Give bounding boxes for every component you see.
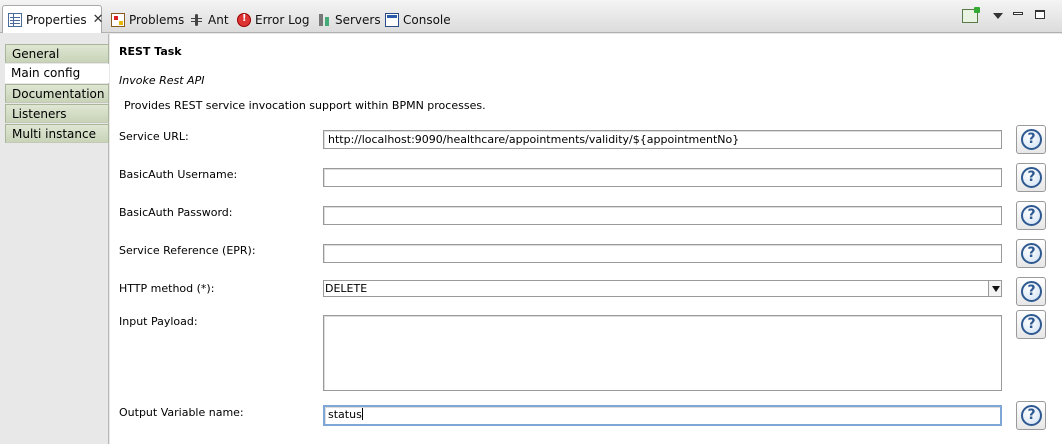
help-icon: ?: [1021, 167, 1042, 188]
tab-servers[interactable]: Servers: [317, 6, 381, 33]
output-variable-label: Output Variable name:: [119, 406, 244, 419]
tab-label: Ant: [208, 12, 229, 27]
help-icon: ?: [1021, 281, 1042, 302]
servers-icon: [317, 13, 331, 27]
sidebar-item-general[interactable]: General: [5, 44, 109, 63]
service-reference-help-button[interactable]: ?: [1016, 239, 1046, 268]
tab-error-log[interactable]: Error Log: [237, 6, 310, 33]
section-subtitle: Invoke Rest API: [119, 74, 205, 87]
input-payload-label: Input Payload:: [119, 315, 198, 328]
close-icon[interactable]: ✕: [93, 12, 104, 27]
error-log-icon: [237, 12, 251, 27]
service-reference-input[interactable]: [323, 244, 1002, 263]
properties-icon: [8, 12, 22, 27]
maximize-button[interactable]: [1035, 10, 1045, 19]
view-menu-icon: [993, 13, 1003, 19]
help-icon: ?: [1021, 243, 1042, 264]
properties-sidebar: General Main config Documentation Listen…: [2, 34, 109, 444]
service-url-help-button[interactable]: ?: [1016, 125, 1046, 154]
service-reference-label: Service Reference (EPR):: [119, 244, 256, 257]
basic-auth-password-label: BasicAuth Password:: [119, 206, 233, 219]
sidebar-item-listeners[interactable]: Listeners: [5, 104, 109, 123]
basic-auth-password-input[interactable]: [323, 206, 1002, 225]
http-method-help-button[interactable]: ?: [1016, 277, 1046, 306]
basic-auth-username-input[interactable]: [323, 168, 1002, 187]
http-method-label: HTTP method (*):: [119, 282, 215, 295]
service-url-input[interactable]: http://localhost:9090/healthcare/appoint…: [323, 130, 1002, 149]
help-icon: ?: [1021, 405, 1042, 426]
tab-console[interactable]: Console: [385, 6, 451, 33]
tab-label: Servers: [335, 12, 381, 27]
sidebar-item-main-config[interactable]: Main config: [5, 64, 109, 83]
main-config-panel: REST Task Invoke Rest API Provides REST …: [110, 34, 1062, 444]
input-payload-help-button[interactable]: ?: [1016, 310, 1046, 339]
maximize-icon: [1035, 10, 1045, 19]
sidebar-item-multi-instance[interactable]: Multi instance: [5, 124, 109, 143]
basic-auth-username-help-button[interactable]: ?: [1016, 163, 1046, 192]
http-method-select[interactable]: DELETE: [323, 280, 1002, 297]
service-url-label: Service URL:: [119, 130, 189, 143]
basic-auth-password-help-button[interactable]: ?: [1016, 201, 1046, 230]
input-payload-textarea[interactable]: [323, 315, 1002, 391]
view-menu-button[interactable]: [993, 13, 1003, 19]
console-icon: [385, 12, 399, 27]
sidebar-item-documentation[interactable]: Documentation: [5, 84, 109, 103]
help-icon: ?: [1021, 314, 1042, 335]
basic-auth-username-label: BasicAuth Username:: [119, 168, 238, 181]
help-icon: ?: [1021, 205, 1042, 226]
ant-icon: [190, 13, 204, 27]
pin-view-button[interactable]: [962, 7, 980, 23]
minimize-icon: [1013, 12, 1023, 15]
output-variable-input[interactable]: status: [323, 405, 1002, 426]
view-tab-bar: Properties ✕ Problems Ant Error Log Serv…: [0, 0, 1062, 33]
tab-properties[interactable]: Properties ✕: [2, 5, 104, 33]
section-title: REST Task: [119, 45, 182, 58]
help-icon: ?: [1021, 129, 1042, 150]
text-caret: [361, 408, 363, 420]
tab-problems[interactable]: Problems: [111, 6, 184, 33]
http-method-value: DELETE: [325, 282, 368, 295]
tab-label: Properties: [26, 12, 87, 27]
tab-label: Error Log: [255, 12, 310, 27]
problems-icon: [111, 12, 125, 27]
tab-label: Problems: [129, 12, 185, 27]
tab-label: Console: [403, 12, 451, 27]
section-description: Provides REST service invocation support…: [124, 99, 486, 112]
tab-ant[interactable]: Ant: [190, 6, 229, 33]
pin-icon: [962, 7, 980, 23]
dropdown-arrow-icon[interactable]: [988, 281, 1001, 296]
output-variable-help-button[interactable]: ?: [1016, 401, 1046, 430]
minimize-button[interactable]: [1013, 12, 1023, 15]
output-variable-value: status: [328, 408, 362, 421]
